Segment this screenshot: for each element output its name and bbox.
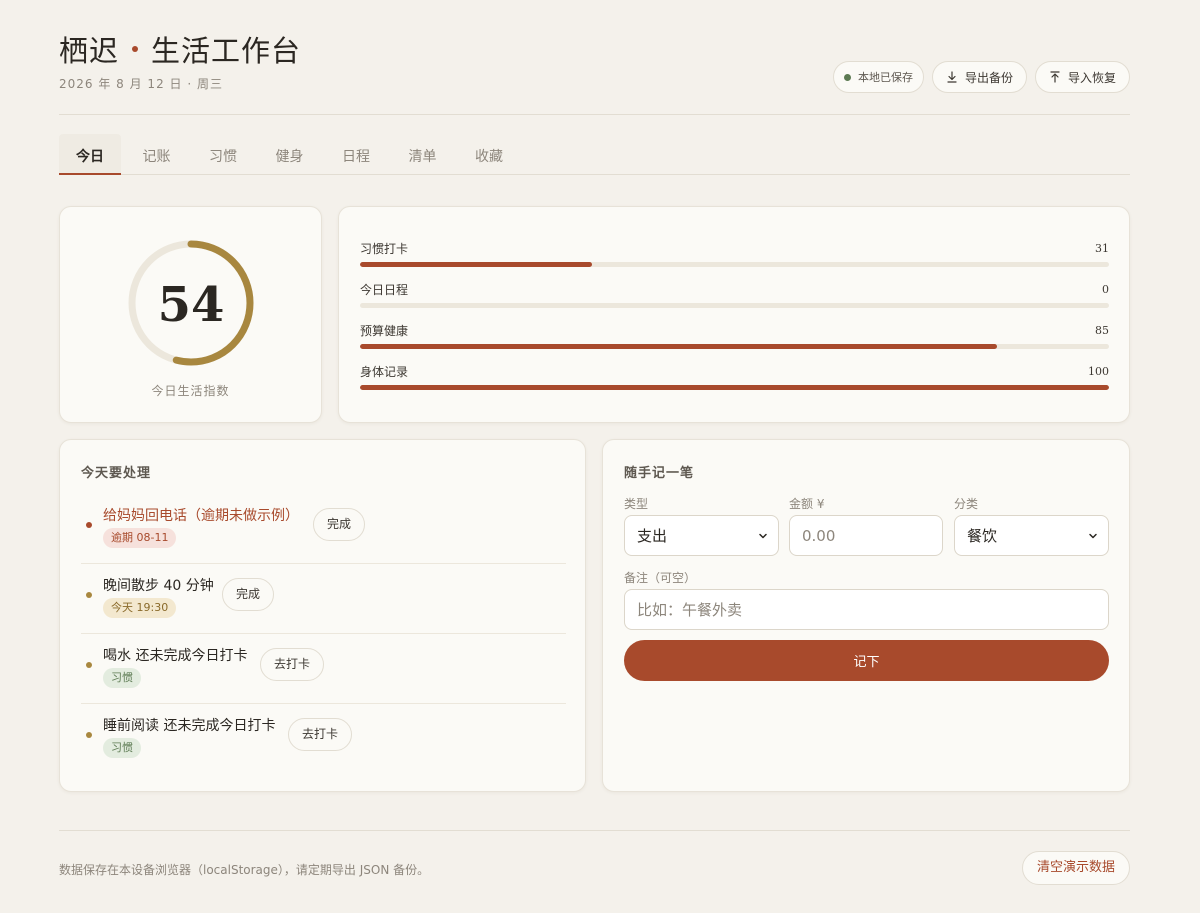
todo-complete-button[interactable]: 完成 [222,578,275,611]
life-index-label: 今日生活指数 [151,384,230,398]
amount-label: 金额 ¥ [789,497,825,511]
type-label: 类型 [624,497,649,511]
tab-fitness[interactable]: 健身 [259,134,321,175]
app-header: 栖迟 生活工作台 2026 年 8 月 12 日 · 周三 本地已保存 导出备份… [59,30,1130,115]
type-select-value: 支出 [637,527,668,545]
title-separator-dot [132,46,139,52]
category-select-value: 餐饮 [967,527,998,545]
chevron-down-icon [759,533,767,539]
todo-text: 睡前阅读 还未完成今日打卡 [103,718,276,734]
amount-input[interactable]: 0.00 [789,515,943,556]
amount-placeholder: 0.00 [802,526,836,545]
todo-tag: 习惯 [103,738,141,758]
todo-card-title: 今天要处理 [81,466,152,481]
main-tabs: 今日 记账 习惯 健身 日程 清单 收藏 [59,134,1130,175]
metric-bar-track [360,303,1109,308]
brand-name: 栖迟 [59,34,120,68]
metric-habit-checkin: 习惯打卡 31 [360,240,1109,270]
type-select[interactable]: 支出 [624,515,779,556]
chevron-down-icon [1089,533,1097,539]
download-icon [947,71,957,83]
todo-item: 给妈妈回电话（逾期未做示例） 逾期 08-11 完成 [81,494,566,564]
metric-bar-track [360,262,1109,267]
todo-text: 给妈妈回电话（逾期未做示例） [103,508,299,524]
import-restore-label: 导入恢复 [1067,70,1116,85]
todo-checkin-button[interactable]: 去打卡 [288,718,353,751]
record-submit-button[interactable]: 记下 [624,640,1109,681]
todo-tag: 逾期 08-11 [103,528,177,548]
todo-status-dot [86,522,92,528]
saved-status-dot [843,73,851,81]
todo-tag: 习惯 [103,668,141,688]
export-backup-label: 导出备份 [964,70,1013,85]
metric-bar-track [360,385,1109,390]
metric-value: 0 [1102,282,1109,296]
tab-checklist[interactable]: 清单 [392,134,454,175]
metric-value: 100 [1088,364,1109,378]
metric-bar-fill [360,344,997,349]
save-status-badge: 本地已保存 [832,61,924,93]
todo-status-dot [86,592,92,598]
todo-checkin-button[interactable]: 去打卡 [260,648,325,681]
upload-icon [1050,71,1060,83]
metric-value: 85 [1095,323,1109,337]
todo-item: 晚间散步 40 分钟 今天 19:30 完成 [81,564,566,634]
life-index-value: 54 [157,277,225,333]
metric-bar-fill [360,385,1109,390]
import-restore-button[interactable]: 导入恢复 [1034,61,1130,93]
metrics-card: 习惯打卡 31 今日日程 0 预算健康 85 身体记录 100 [338,206,1130,423]
note-label: 备注（可空） [624,571,697,585]
category-label: 分类 [954,497,979,511]
todo-item: 睡前阅读 还未完成今日打卡 习惯 去打卡 [81,704,566,774]
app-footer: 数据保存在本设备浏览器（localStorage），请定期导出 JSON 备份。… [59,830,1130,890]
metric-label: 预算健康 [360,323,409,338]
tab-favorites[interactable]: 收藏 [458,134,520,175]
tab-bookkeeping[interactable]: 记账 [126,134,188,175]
metric-body-record: 身体记录 100 [360,363,1109,393]
todo-text: 晚间散步 40 分钟 [103,578,214,594]
export-backup-button[interactable]: 导出备份 [931,61,1027,93]
todo-status-dot [86,732,92,738]
life-index-card: 54 今日生活指数 [59,206,322,423]
category-select[interactable]: 餐饮 [954,515,1109,556]
todo-item: 喝水 还未完成今日打卡 习惯 去打卡 [81,634,566,704]
tab-habits[interactable]: 习惯 [192,134,254,175]
todo-status-dot [86,662,92,668]
tab-today[interactable]: 今日 [59,134,121,175]
metric-label: 今日日程 [360,282,409,297]
clear-demo-data-button[interactable]: 清空演示数据 [1021,851,1130,885]
todo-text: 喝水 还未完成今日打卡 [103,648,248,664]
quick-entry-card: 随手记一笔 类型 支出 金额 ¥ 0.00 分类 餐饮 备注（可空） 比如：午餐… [602,439,1130,792]
metric-label: 身体记录 [360,364,409,379]
todo-tag: 今天 19:30 [103,598,177,618]
page-subtitle: 生活工作台 [151,34,302,68]
metric-today-schedule: 今日日程 0 [360,281,1109,311]
note-placeholder: 比如：午餐外卖 [637,601,743,619]
metric-label: 习惯打卡 [360,241,409,256]
metric-bar-fill [360,262,593,267]
quick-entry-title: 随手记一笔 [624,466,695,481]
note-input[interactable]: 比如：午餐外卖 [624,589,1109,630]
storage-note: 数据保存在本设备浏览器（localStorage），请定期导出 JSON 备份。 [59,863,430,877]
tab-schedule[interactable]: 日程 [325,134,387,175]
save-status-label: 本地已保存 [857,71,913,84]
todo-complete-button[interactable]: 完成 [313,508,366,541]
todo-card: 今天要处理 给妈妈回电话（逾期未做示例） 逾期 08-11 完成 晚间散步 40… [59,439,586,792]
metric-budget-health: 预算健康 85 [360,322,1109,352]
metric-value: 31 [1095,241,1109,255]
header-actions: 本地已保存 导出备份 导入恢复 [832,61,1130,93]
metric-bar-track [360,344,1109,349]
